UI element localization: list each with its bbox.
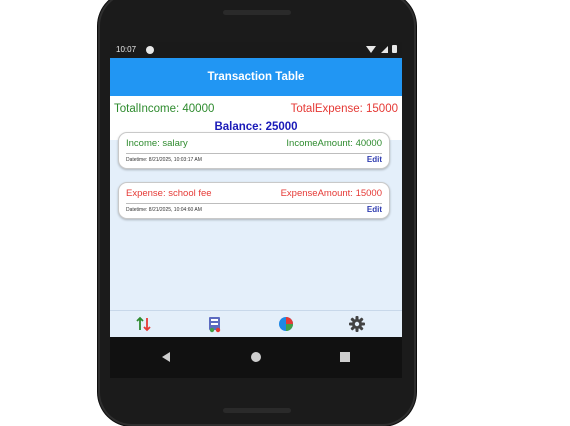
app-bar: Transaction Table bbox=[110, 58, 402, 96]
transaction-title: Expense: school fee bbox=[126, 188, 212, 199]
bottom-speaker bbox=[223, 408, 291, 413]
settings-icon[interactable] bbox=[348, 315, 366, 333]
bottom-navigation bbox=[110, 310, 402, 337]
transaction-card-income: Income: salary IncomeAmount: 40000 Datet… bbox=[118, 132, 390, 169]
transaction-amount: IncomeAmount: 40000 bbox=[286, 138, 382, 149]
edit-button[interactable]: Edit bbox=[367, 155, 382, 164]
transaction-datetime: Datetime: 8/21/2025, 10:03:17 AM bbox=[126, 157, 202, 163]
battery-icon bbox=[392, 45, 397, 53]
report-icon[interactable] bbox=[206, 315, 224, 333]
transaction-amount: ExpenseAmount: 15000 bbox=[280, 188, 382, 199]
home-icon[interactable] bbox=[251, 352, 261, 362]
transaction-datetime: Datetime: 8/21/2025, 10:04:60 AM bbox=[126, 207, 202, 213]
total-income: TotalIncome: 40000 bbox=[114, 103, 215, 115]
app-title: Transaction Table bbox=[207, 71, 305, 83]
phone-frame: 10:07 Transaction Table TotalIncome: 400… bbox=[98, 0, 416, 426]
transaction-title: Income: salary bbox=[126, 138, 188, 149]
total-expense: TotalExpense: 15000 bbox=[290, 103, 398, 115]
android-navigation-bar bbox=[110, 337, 402, 378]
app-screen: 10:07 Transaction Table TotalIncome: 400… bbox=[110, 42, 402, 378]
pie-chart-icon[interactable] bbox=[277, 315, 295, 333]
signal-icon bbox=[381, 46, 388, 53]
recent-apps-icon[interactable] bbox=[340, 352, 350, 362]
status-time: 10:07 bbox=[116, 45, 137, 54]
edit-button[interactable]: Edit bbox=[367, 205, 382, 214]
notification-icon bbox=[146, 46, 154, 54]
transaction-card-expense: Expense: school fee ExpenseAmount: 15000… bbox=[118, 182, 390, 219]
card-divider bbox=[126, 203, 382, 204]
transactions-icon[interactable] bbox=[135, 315, 153, 333]
status-bar: 10:07 bbox=[110, 42, 402, 58]
wifi-icon bbox=[366, 46, 376, 53]
card-divider bbox=[126, 153, 382, 154]
earpiece-speaker bbox=[223, 10, 291, 15]
back-icon[interactable] bbox=[162, 352, 170, 362]
